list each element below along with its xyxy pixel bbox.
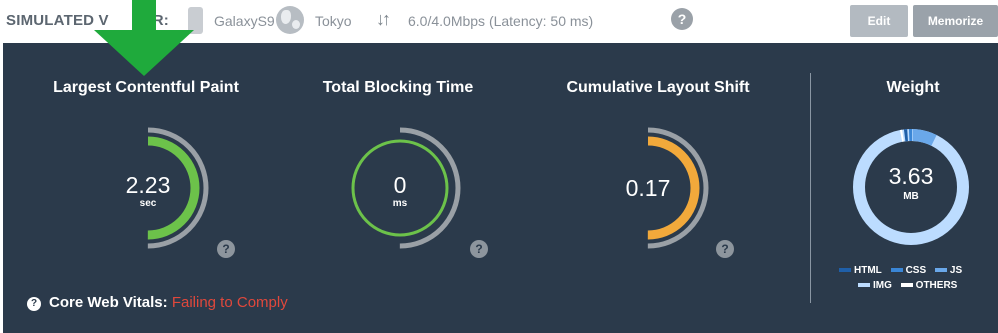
tbt-help-icon[interactable]: ? xyxy=(470,240,488,258)
legend-img: IMG xyxy=(858,280,892,291)
edit-button[interactable]: Edit xyxy=(850,5,908,37)
up-down-arrows-icon: ↓↑ xyxy=(376,9,391,29)
lcp-help-icon[interactable]: ? xyxy=(217,240,235,258)
metric-title-cls: Cumulative Layout Shift xyxy=(566,79,750,96)
globe-icon xyxy=(276,6,304,34)
legend-others: OTHERS xyxy=(900,280,957,291)
tbt-gauge: 0 ms xyxy=(335,123,465,253)
metric-title-tbt: Total Blocking Time xyxy=(322,79,474,96)
metrics-panel: Largest Contentful Paint 2.23 sec ? Tota… xyxy=(3,43,998,333)
legend-css: CSS xyxy=(890,265,926,276)
device-name: GalaxyS9 xyxy=(214,13,275,29)
lcp-value: 2.23 xyxy=(125,172,171,198)
memorize-button[interactable]: Memorize xyxy=(913,5,998,37)
legend-js: JS xyxy=(934,265,962,276)
lcp-gauge: 2.23 sec xyxy=(83,123,213,253)
cls-gauge: 0.17 xyxy=(583,123,713,253)
connection-speed: 6.0/4.0Mbps (Latency: 50 ms) xyxy=(408,13,594,29)
weight-legend: HTML CSS JS xyxy=(839,265,968,276)
metric-title-weight: Weight xyxy=(886,79,940,96)
weight-legend-row2: IMG OTHERS xyxy=(858,280,963,291)
legend-html: HTML xyxy=(839,265,882,276)
panel-divider xyxy=(810,73,811,303)
cwv-status-text: Failing to Comply xyxy=(171,294,288,311)
metric-title-lcp: Largest Contentful Paint xyxy=(53,79,239,96)
help-icon[interactable]: ? xyxy=(671,8,693,30)
lcp-unit: sec xyxy=(139,198,157,209)
cwv-label: Core Web Vitals: xyxy=(49,294,168,311)
cls-help-icon[interactable]: ? xyxy=(716,240,734,258)
help-icon[interactable]: ? xyxy=(27,297,41,311)
weight-value: 3.63 xyxy=(888,163,934,189)
green-arrow-icon xyxy=(94,0,194,76)
cls-value: 0.17 xyxy=(625,175,671,201)
location-name: Tokyo xyxy=(315,13,352,29)
weight-unit: MB xyxy=(903,191,919,202)
tbt-unit: ms xyxy=(392,198,408,209)
tbt-value: 0 xyxy=(393,172,407,198)
weight-donut: 3.63 MB xyxy=(849,125,973,249)
core-web-vitals-status: ? Core Web Vitals: Failing to Comply xyxy=(27,294,288,311)
